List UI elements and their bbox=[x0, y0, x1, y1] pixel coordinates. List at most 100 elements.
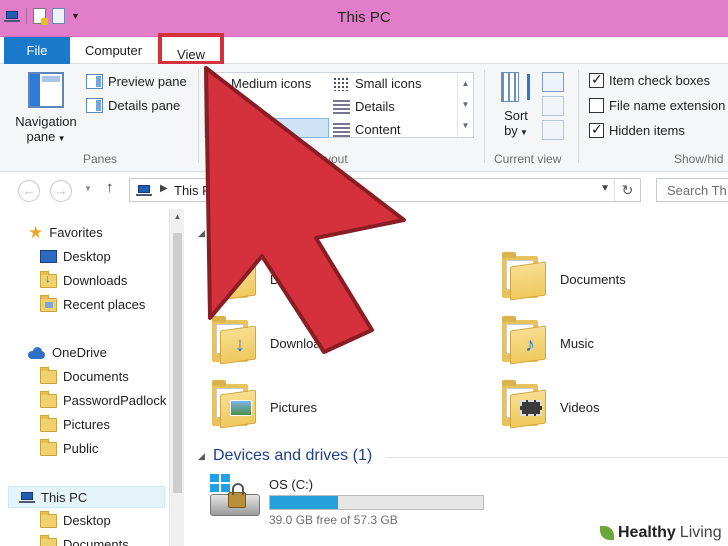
downloads-folder-icon[interactable]: ↓ bbox=[212, 316, 256, 365]
folders-collapse-icon[interactable]: ◢ bbox=[198, 228, 205, 239]
folder-icon bbox=[40, 534, 57, 546]
tab-view[interactable]: View bbox=[158, 33, 224, 65]
title-bar: ▼ This PC bbox=[0, 0, 728, 37]
preview-pane-button[interactable]: Preview pane bbox=[86, 74, 187, 89]
devices-header-rule bbox=[386, 457, 728, 458]
ribbon: Navigation pane ▼ Preview pane Details p… bbox=[0, 64, 728, 172]
folder-pictures-label[interactable]: Pictures bbox=[270, 400, 317, 415]
videos-folder-icon[interactable] bbox=[502, 380, 546, 429]
leaf-icon bbox=[600, 526, 614, 540]
devices-collapse-icon[interactable]: ◢ bbox=[198, 451, 205, 462]
music-folder-icon[interactable]: ♪ bbox=[502, 316, 546, 365]
details-pane-icon bbox=[86, 98, 103, 113]
nav-public-label: Public bbox=[63, 441, 99, 456]
nav-pc-documents[interactable]: Documents bbox=[40, 534, 129, 546]
layout-content[interactable]: Content bbox=[333, 122, 401, 137]
file-name-extensions-label: File name extension bbox=[609, 98, 726, 113]
folder-downloads-label[interactable]: Downloa bbox=[270, 336, 321, 351]
tab-computer[interactable]: Computer bbox=[85, 37, 142, 64]
nav-pictures-label: Pictures bbox=[63, 417, 110, 432]
watermark-part-2: Living bbox=[679, 524, 722, 541]
hidden-items-checkbox[interactable] bbox=[589, 121, 604, 138]
group-by-icon[interactable] bbox=[542, 72, 564, 92]
drive-name[interactable]: OS (C:) bbox=[269, 477, 313, 492]
item-check-boxes-toggle[interactable]: Item check boxes bbox=[589, 71, 710, 88]
nav-favorites[interactable]: ★ Favorites bbox=[28, 224, 103, 241]
nav-onedrive[interactable]: OneDrive bbox=[28, 345, 107, 360]
nav-pc-desktop[interactable]: Desktop bbox=[40, 510, 111, 528]
folder-music-label[interactable]: Music bbox=[560, 336, 594, 351]
item-check-boxes-checkbox[interactable] bbox=[589, 71, 604, 88]
search-input[interactable]: Search Th bbox=[656, 178, 728, 202]
sort-by-button[interactable]: Sort by ▼ bbox=[496, 72, 536, 140]
sort-by-label-2: by bbox=[504, 123, 518, 138]
navigation-pane-icon bbox=[28, 72, 64, 108]
drive-c-icon[interactable] bbox=[210, 474, 260, 526]
documents-folder-icon[interactable] bbox=[502, 252, 546, 301]
chevron-down-icon: ▼ bbox=[55, 134, 66, 143]
nav-onedrive-documents[interactable]: Documents bbox=[40, 366, 129, 384]
nav-this-pc[interactable]: This PC bbox=[8, 486, 165, 508]
navigation-pane-label-2: pane bbox=[26, 129, 56, 144]
nav-downloads[interactable]: Downloads bbox=[40, 270, 127, 288]
back-button[interactable]: ← bbox=[18, 180, 40, 202]
address-dropdown-chevron-icon[interactable]: ▼ bbox=[600, 183, 610, 194]
nav-passwordpadlock[interactable]: PasswordPadlock bbox=[40, 390, 167, 408]
nav-pc-documents-label: Documents bbox=[63, 537, 129, 546]
hidden-items-toggle[interactable]: Hidden items bbox=[589, 121, 685, 138]
nav-onedrive-pictures[interactable]: Pictures bbox=[40, 414, 110, 432]
ribbon-divider bbox=[484, 70, 485, 163]
nav-desktop[interactable]: Desktop bbox=[40, 249, 111, 264]
nav-recent-places[interactable]: Recent places bbox=[40, 294, 145, 312]
navigation-scrollbar[interactable]: ▲ bbox=[169, 209, 184, 546]
nav-onedrive-public[interactable]: Public bbox=[40, 438, 99, 456]
onedrive-cloud-icon bbox=[28, 346, 46, 359]
layout-details[interactable]: Details bbox=[333, 99, 395, 114]
layout-gallery-scroll[interactable]: ▲ ▼ ▼ bbox=[457, 73, 473, 137]
layout-medium-icons[interactable]: Medium icons bbox=[231, 76, 311, 91]
file-name-extensions-toggle[interactable]: File name extension bbox=[589, 98, 725, 113]
sort-by-icon bbox=[501, 72, 531, 104]
refresh-button[interactable]: ↻ bbox=[614, 179, 640, 201]
drive-usage-fill bbox=[270, 496, 339, 509]
up-button[interactable]: ↑ bbox=[106, 179, 114, 196]
drive-usage-bar bbox=[269, 495, 484, 510]
folder-icon bbox=[40, 510, 57, 528]
address-bar[interactable]: ▶ This P ▼ ↻ bbox=[129, 178, 641, 202]
size-columns-icon[interactable] bbox=[542, 120, 564, 140]
pictures-folder-icon[interactable] bbox=[212, 380, 256, 429]
folder-icon bbox=[40, 438, 57, 456]
forward-button[interactable]: → bbox=[50, 180, 72, 202]
content-label: Content bbox=[355, 122, 401, 137]
chevron-down-icon: ▼ bbox=[517, 128, 528, 137]
folder-icon bbox=[40, 390, 57, 408]
add-columns-icon[interactable] bbox=[542, 96, 564, 116]
navigation-pane-button[interactable]: Navigation pane ▼ bbox=[12, 72, 80, 146]
details-label: Details bbox=[355, 99, 395, 114]
nav-this-pc-label: This PC bbox=[41, 489, 88, 505]
nav-favorites-label: Favorites bbox=[49, 225, 103, 240]
nav-passwordpadlock-label: PasswordPadlock bbox=[63, 393, 167, 408]
ribbon-tabs: File Computer View bbox=[0, 33, 728, 65]
layout-small-icons[interactable]: Small icons bbox=[333, 76, 421, 91]
scrollbar-thumb[interactable] bbox=[173, 233, 182, 493]
address-path[interactable]: This P bbox=[174, 183, 211, 198]
this-pc-icon bbox=[19, 491, 35, 504]
folder-documents-label[interactable]: Documents bbox=[560, 272, 626, 287]
nav-desktop-label: Desktop bbox=[63, 249, 111, 264]
folder-icon bbox=[40, 366, 57, 384]
desktop-folder-icon[interactable] bbox=[212, 252, 256, 301]
file-name-extensions-checkbox[interactable] bbox=[589, 98, 604, 113]
recent-locations-chevron-icon[interactable]: ▼ bbox=[84, 184, 92, 193]
folder-videos-label[interactable]: Videos bbox=[560, 400, 600, 415]
details-pane-button[interactable]: Details pane bbox=[86, 98, 180, 113]
folder-desktop-label[interactable]: Des bbox=[270, 272, 293, 287]
lock-icon bbox=[228, 483, 246, 508]
small-icons-icon bbox=[333, 76, 350, 91]
breadcrumb-separator-icon[interactable]: ▶ bbox=[160, 183, 168, 194]
sort-by-label-1: Sort bbox=[504, 108, 528, 123]
desktop-icon bbox=[40, 250, 57, 263]
scroll-up-icon[interactable]: ▲ bbox=[170, 212, 185, 221]
nav-onedrive-label: OneDrive bbox=[52, 345, 107, 360]
tab-file[interactable]: File bbox=[4, 37, 70, 64]
